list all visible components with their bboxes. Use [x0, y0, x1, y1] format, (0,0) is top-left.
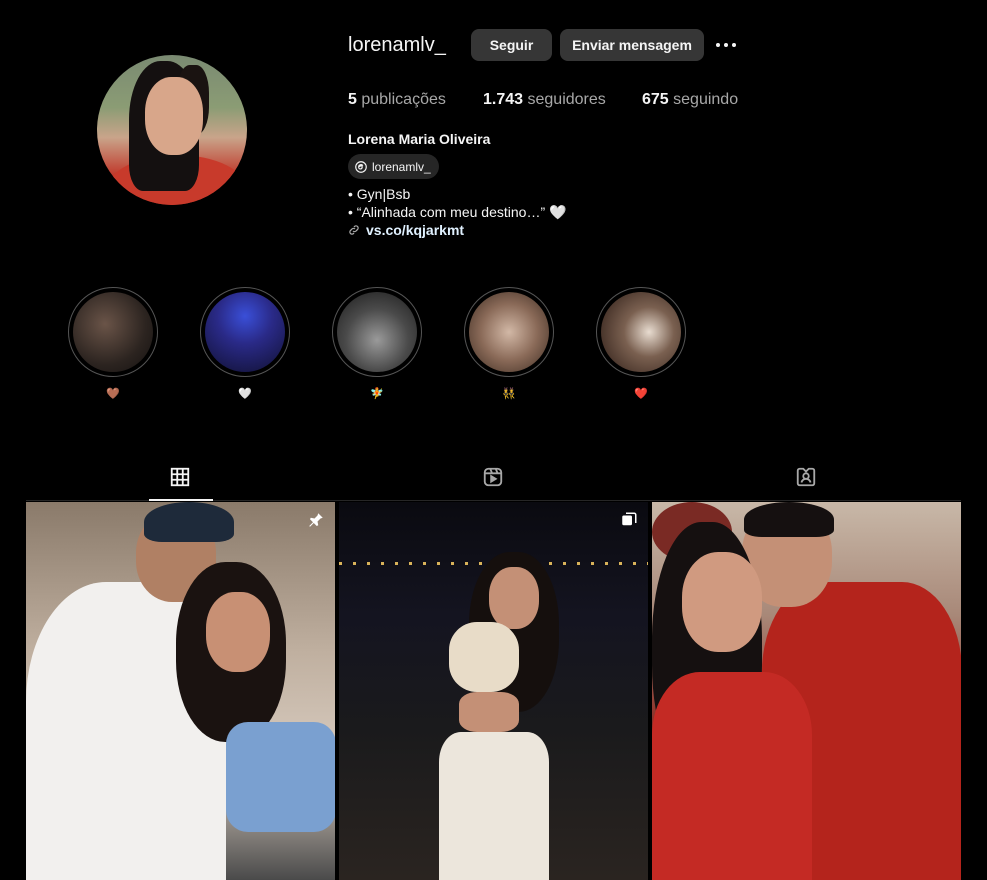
following-stat[interactable]: 675 seguindo	[642, 91, 738, 109]
profile-username: lorenamlv_	[348, 34, 446, 56]
follow-button[interactable]: Seguir	[471, 29, 552, 61]
pin-icon	[307, 511, 325, 529]
tab-reels[interactable]	[482, 466, 506, 490]
story-highlight[interactable]: 🧚	[332, 287, 422, 401]
story-highlight[interactable]: 🤎	[68, 287, 158, 401]
following-count: 675	[642, 91, 669, 108]
highlight-caption: 🤍	[238, 388, 252, 400]
bio-line: • “Alinhada com meu destino…” 🤍	[348, 204, 567, 220]
tagged-icon	[796, 467, 816, 487]
profile-link[interactable]: vs.co/kqjarkmt	[348, 222, 464, 238]
posts-stat: 5 publicações	[348, 91, 446, 109]
followers-count: 1.743	[483, 91, 524, 108]
followers-label: seguidores	[527, 91, 606, 108]
highlight-caption: 🧚	[370, 388, 384, 400]
carousel-icon	[620, 511, 638, 529]
post-thumbnail[interactable]	[339, 502, 648, 880]
grid-icon	[170, 467, 190, 487]
send-message-button[interactable]: Enviar mensagem	[560, 29, 704, 61]
story-highlight[interactable]: 👯	[464, 287, 554, 401]
reels-icon	[483, 467, 503, 487]
threads-badge[interactable]: lorenamlv_	[348, 154, 439, 179]
posts-label: publicações	[361, 91, 446, 108]
posts-count: 5	[348, 91, 357, 108]
highlight-cover	[601, 292, 681, 372]
following-label: seguindo	[673, 91, 739, 108]
bio-line: • Gyn|Bsb	[348, 186, 411, 202]
highlight-caption: 👯	[502, 388, 516, 400]
highlight-cover	[469, 292, 549, 372]
highlight-cover	[337, 292, 417, 372]
threads-handle: lorenamlv_	[372, 159, 431, 174]
link-icon	[349, 225, 359, 235]
highlight-caption: ❤️	[634, 388, 648, 400]
post-thumbnail[interactable]	[652, 502, 961, 880]
story-highlight[interactable]: 🤍	[200, 287, 290, 401]
highlight-cover	[73, 292, 153, 372]
active-tab-indicator	[149, 499, 213, 501]
more-options-icon[interactable]	[716, 36, 740, 54]
story-highlight[interactable]: ❤️	[596, 287, 686, 401]
profile-full-name: Lorena Maria Oliveira	[348, 131, 491, 147]
highlight-caption: 🤎	[106, 388, 120, 400]
profile-avatar[interactable]	[97, 55, 247, 205]
threads-icon	[355, 160, 367, 173]
highlight-cover	[205, 292, 285, 372]
profile-link-text: vs.co/kqjarkmt	[366, 222, 465, 238]
tab-posts[interactable]	[169, 466, 193, 490]
followers-stat[interactable]: 1.743 seguidores	[483, 91, 606, 109]
tab-tagged[interactable]	[795, 466, 819, 490]
post-thumbnail[interactable]	[26, 502, 335, 880]
